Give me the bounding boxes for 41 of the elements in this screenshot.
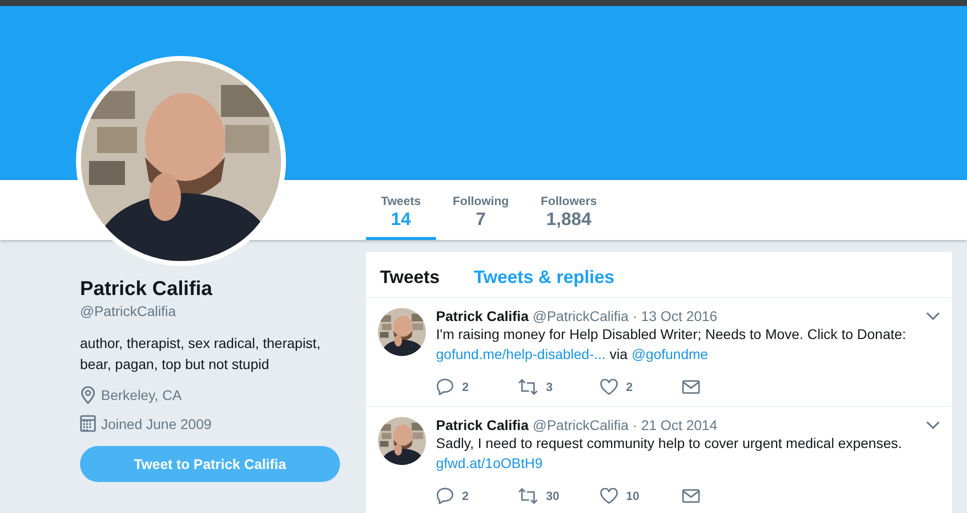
calendar-icon (80, 415, 96, 432)
profile-nav-tab[interactable]: Following 7 (438, 180, 524, 240)
tweet-text: I'm raising money for Help Disabled Writer; Needs to Move. Click to Donate: (436, 325, 906, 344)
author-handle: @PatrickCalifia (532, 308, 629, 324)
heart-icon[interactable] (600, 488, 618, 504)
location-pin-icon (80, 386, 96, 404)
timeline-tab[interactable]: Tweets (380, 266, 440, 288)
tweet-to-button[interactable]: Tweet to Patrick Califia (80, 446, 340, 482)
retweet-count: 3 (546, 380, 553, 394)
like-count: 10 (626, 488, 640, 502)
author-handle: @PatrickCalifia (532, 417, 629, 433)
author-name[interactable]: Patrick Califia (436, 417, 529, 433)
envelope-icon[interactable] (682, 380, 700, 394)
profile-join-date: Joined June 2009 (101, 416, 212, 432)
reply-icon[interactable] (436, 487, 454, 504)
tweet-text: via (610, 345, 628, 364)
author-name[interactable]: Patrick Califia (436, 308, 529, 324)
reply-count: 2 (462, 488, 469, 502)
reply-icon[interactable] (436, 378, 454, 395)
profile-nav-tab[interactable]: Tweets 14 (366, 180, 436, 240)
timeline-tab[interactable]: Tweets & replies (474, 266, 614, 288)
tweet-text: Sadly, I need to request community help to cover urgent medical expenses. (436, 434, 902, 453)
reply-count: 2 (462, 380, 469, 394)
profile-location: Berkeley, CA (101, 387, 182, 403)
tweet-link[interactable]: gofund.me/help-disabled-... (436, 344, 606, 364)
profile-handle: @PatrickCalifia (80, 303, 177, 319)
chevron-down-icon[interactable] (926, 421, 940, 429)
tweet-date[interactable]: · 21 Oct 2014 (632, 417, 718, 433)
retweet-icon[interactable] (518, 488, 538, 504)
retweet-count: 30 (546, 488, 560, 502)
tweet-link[interactable]: gfwd.at/1oOBtH9 (436, 453, 543, 473)
profile-bio: author, therapist, sex radical, therapist, bear, pagan, top but not stupid (80, 334, 322, 374)
chevron-down-icon[interactable] (926, 312, 940, 320)
heart-icon[interactable] (600, 378, 618, 394)
tweet-date[interactable]: · 13 Oct 2016 (632, 308, 718, 324)
tweet-link[interactable]: @gofundme (632, 344, 708, 364)
like-count: 2 (626, 380, 633, 394)
retweet-icon[interactable] (518, 378, 538, 394)
envelope-icon[interactable] (682, 488, 700, 502)
profile-nav-tab[interactable]: Followers 1,884 (526, 180, 612, 240)
profile-name: Patrick Califia (80, 278, 214, 301)
